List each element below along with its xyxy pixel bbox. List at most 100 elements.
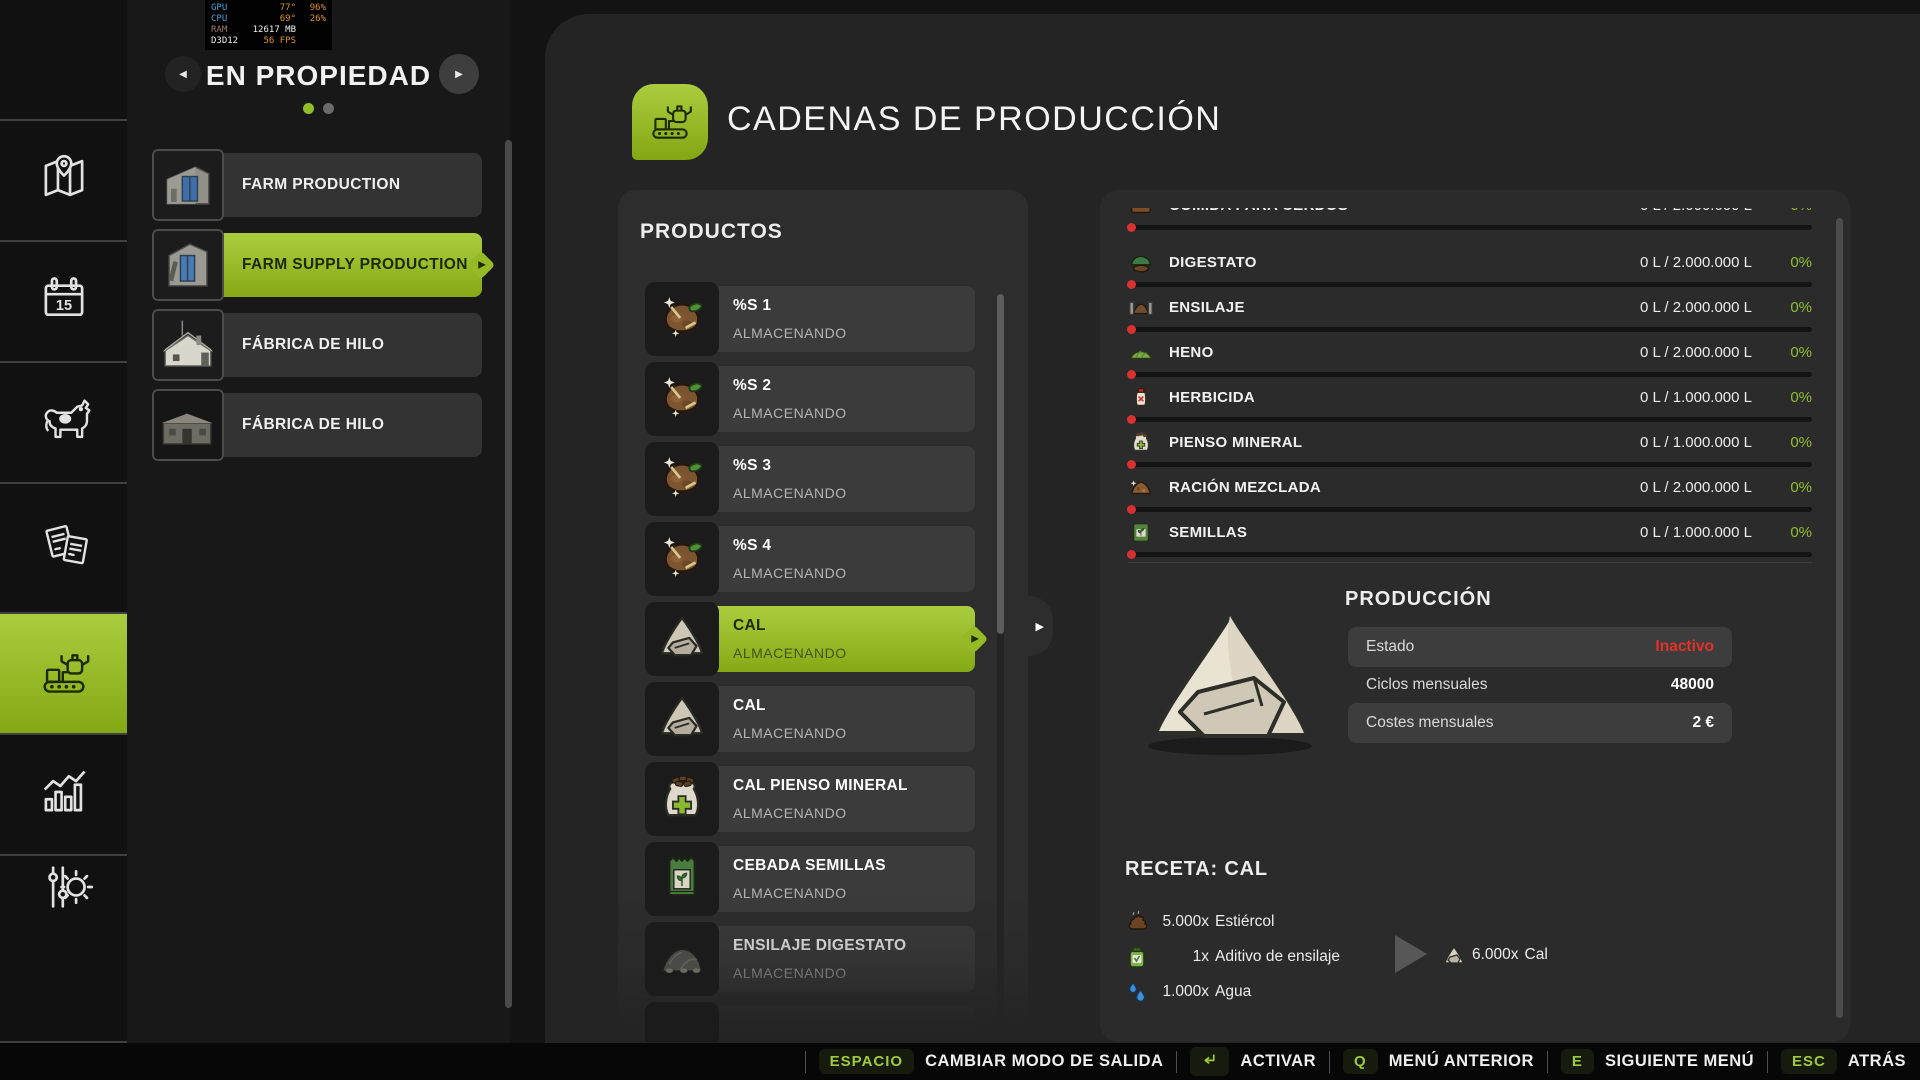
product-status: ALMACENANDO [733,725,975,741]
herbicide-icon [1128,384,1154,410]
product-label-bar: %S 4 ALMACENANDO [713,526,975,592]
storage-fill-name: RACIÓN MEZCLADA [1169,479,1640,496]
page-dot[interactable] [323,103,334,114]
sidebar-item[interactable] [0,856,127,922]
key-hint: ESC ATRÁS [1754,1049,1906,1074]
perf-row: CPU69°26% [211,14,326,25]
detail-label: Estado [1366,638,1414,656]
storage-percent: 0% [1752,208,1812,214]
main-content: CADENAS DE PRODUCCIÓN PRODUCTOS %S 1 ALM… [545,14,1920,1043]
compost-icon [653,368,711,431]
building-label-bar: FÁBRICA DE HILO [216,313,482,377]
products-scrollbar-thumb[interactable] [997,294,1004,634]
recipe-input: 5.000x Estiércol [1125,910,1340,934]
building-label-bar: FÁBRICA DE HILO [216,393,482,457]
water-icon [1125,980,1149,1004]
product-item[interactable]: %S 1 ALMACENANDO ▶ [645,282,975,356]
compost-icon [653,288,711,351]
additive-icon [1125,945,1149,969]
product-item[interactable]: CAL ALMACENANDO ▶ [645,682,975,756]
statistics-icon [35,763,93,826]
compost-icon [653,528,711,591]
product-icon-tile [645,842,719,916]
key-chip [1190,1047,1229,1076]
return-icon [1201,1051,1218,1072]
key-hint: E SIGUIENTE MENÚ [1534,1049,1754,1074]
product-status: ALMACENANDO [733,325,975,341]
building-item[interactable]: FÁBRICA DE HILO ▶ [152,309,482,381]
sidebar-item[interactable] [0,735,127,856]
key-label: ESPACIO [830,1053,903,1070]
recipe-input: 1.000x Agua [1125,980,1340,1004]
production-chains-icon [632,84,708,160]
page-dot-active[interactable] [303,103,314,114]
detail-scrollbar[interactable] [1836,218,1843,1018]
perf-row: D3D1256 FPS [211,36,326,47]
cal-icon [653,688,711,751]
product-item[interactable]: %S 3 ALMACENANDO ▶ [645,442,975,516]
key-chip: E [1561,1049,1594,1074]
production-chains-screen: 15 ▶ GPU77°96%CPU69°26%RAM12617 MBD3D125… [0,0,1920,1080]
sidebar-item[interactable] [0,614,127,735]
sidebar-item[interactable] [0,484,127,614]
building-thumbnail [152,389,224,461]
mineral-feed-icon [1128,429,1154,455]
product-item[interactable]: CAL PIENSO MINERAL ALMACENANDO ▶ [645,762,975,836]
product-item[interactable]: CAL ALMACENANDO ▶ [645,602,975,676]
storage-amount: 0 L / 2.000.000 L [1640,344,1752,361]
storage-amount: 0 L / 2.000.000 L [1640,208,1752,214]
panel-link-arrow[interactable]: ▶ [1007,596,1053,656]
sidebar-item[interactable]: 15 [0,242,127,363]
detail-label: Costes mensuales [1366,714,1494,732]
sidebar-item[interactable] [0,922,127,1043]
detail-value: 48000 [1671,676,1714,694]
storage-percent: 0% [1752,254,1812,271]
product-label-bar: %S 3 ALMACENANDO [713,446,975,512]
product-item[interactable]: ENSILAJE DIGESTATO ALMACENANDO ▶ [645,922,975,996]
owned-scrollbar[interactable] [505,140,512,1008]
sidebar-item[interactable] [0,0,127,121]
storage-fill-name: COMIDA PARA CERDOS [1169,208,1640,214]
product-item[interactable]: %S 2 ALMACENANDO ▶ [645,362,975,436]
storage-row: SEMILLAS 0 L / 1.000.000 L 0% [1128,512,1812,557]
contracts-icon [35,517,93,580]
product-item[interactable]: ▶ [645,1002,975,1042]
next-page-button[interactable]: ▶ [439,54,479,94]
key-chip: ESC [1781,1049,1837,1074]
product-status: ALMACENANDO [733,805,975,821]
product-name: %S 1 [733,297,975,315]
storage-row: COMIDA PARA CERDOS 0 L / 2.000.000 L 0% [1128,208,1812,230]
storage-progress-bar [1128,552,1812,557]
product-item[interactable]: CEBADA SEMILLAS ALMACENANDO ▶ [645,842,975,916]
product-name: CAL PIENSO MINERAL [733,777,975,795]
production-detail-row: Ciclos mensuales 48000 [1348,667,1732,703]
production-detail-row: Estado Inactivo [1348,627,1732,667]
sidebar-item[interactable] [0,363,127,484]
recipe-output-qty: 6.000x [1472,946,1519,964]
building-item[interactable]: FARM PRODUCTION ▶ [152,149,482,221]
storage-progress-bar [1128,282,1812,287]
product-icon-tile [645,762,719,836]
storage-amount: 0 L / 1.000.000 L [1640,389,1752,406]
storage-fill-name: HENO [1169,344,1640,361]
production-detail-row: Costes mensuales 2 € [1348,703,1732,743]
recipe-ingredient: Agua [1215,983,1251,1001]
compost-icon [653,448,711,511]
products-scrollbar[interactable] [997,294,1004,1034]
recipe-ingredient: Estiércol [1215,913,1274,931]
product-name: CAL [733,697,975,715]
storage-percent: 0% [1752,479,1812,496]
seeds-icon [1128,519,1154,545]
product-item[interactable]: %S 4 ALMACENANDO ▶ [645,522,975,596]
product-label-bar: %S 1 ALMACENANDO [713,286,975,352]
building-name: FÁBRICA DE HILO [242,336,384,354]
product-status: ALMACENANDO [733,965,975,981]
hint-action-label: ATRÁS [1848,1052,1906,1071]
sidebar-item[interactable] [0,121,127,242]
product-name: %S 3 [733,457,975,475]
product-status: ALMACENANDO [733,885,975,901]
storage-percent: 0% [1752,524,1812,541]
building-item[interactable]: FARM SUPPLY PRODUCTION ▶ [152,229,482,301]
building-item[interactable]: FÁBRICA DE HILO ▶ [152,389,482,461]
product-name: %S 2 [733,377,975,395]
